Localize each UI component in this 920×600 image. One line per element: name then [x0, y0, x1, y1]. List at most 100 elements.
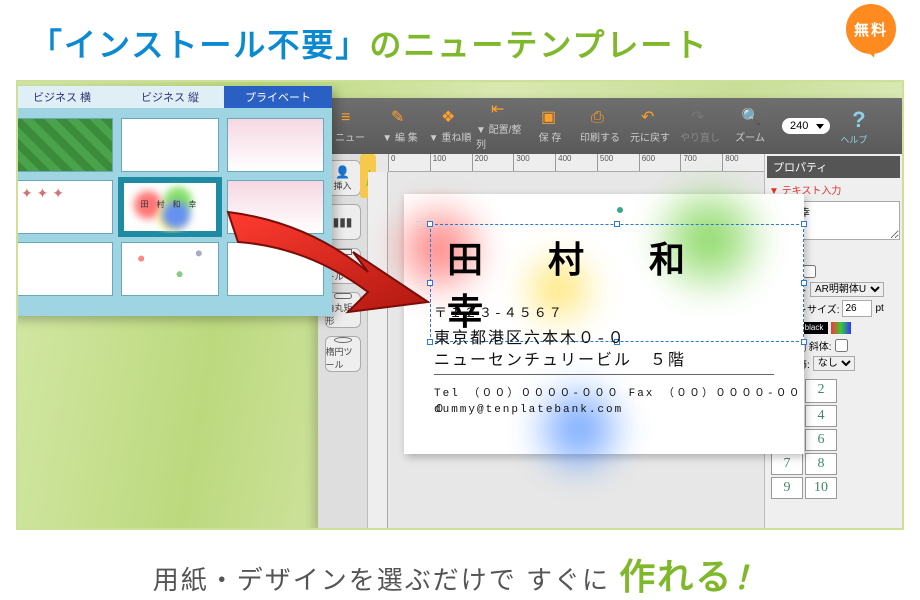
numpad-6[interactable]: 6: [805, 429, 837, 451]
tb-save-label: 保 存: [539, 129, 562, 144]
tb-undo[interactable]: ↶元に戻す: [626, 109, 674, 144]
font-select[interactable]: AR明朝体U: [810, 282, 884, 297]
card-address-2[interactable]: ニューセンチュリービル ５階: [434, 346, 686, 370]
ruler-mark: 700: [680, 154, 722, 171]
card-email[interactable]: dummy@tenplatebank.com: [434, 404, 623, 416]
template-thumb[interactable]: [16, 118, 113, 172]
footer-lead: 用紙・デザインを選ぶだけで すぐに: [153, 565, 610, 595]
business-card[interactable]: 田 村 和 幸 〒１２３‐４５６７ 東京都港区六本木０‐０ ニューセンチュリービ…: [404, 194, 804, 454]
picker-tabs: ビジネス 横 ビジネス 縦 プライベート: [16, 86, 332, 108]
template-thumb[interactable]: [227, 242, 324, 296]
tb-layers[interactable]: ❖ ▼ 重ね順: [426, 109, 474, 144]
tool-insert-label: 挿入: [333, 179, 351, 192]
tb-zoom-label: ズーム: [735, 129, 765, 144]
resize-handle[interactable]: [427, 339, 433, 345]
footer: 用紙・デザインを選ぶだけで すぐに 作れる！: [0, 530, 920, 600]
ruler-mark: 0: [388, 154, 430, 171]
template-thumb[interactable]: [16, 180, 113, 234]
insert-icon: 👤: [335, 165, 350, 179]
tb-edit[interactable]: ✎ ▼ 編 集: [376, 109, 424, 144]
color-gradient-icon[interactable]: [831, 322, 851, 334]
thumb-name: 田 村 和 幸: [130, 199, 209, 210]
ruler-vertical: [368, 172, 388, 528]
fontsize-input[interactable]: [842, 300, 872, 317]
tb-layers-label: ▼ 重ね順: [429, 129, 472, 144]
barcode-icon: ▮▮▮: [333, 215, 353, 229]
rotate-handle[interactable]: [617, 207, 623, 213]
template-thumb-selected[interactable]: 田 村 和 幸: [121, 180, 218, 234]
tb-help[interactable]: ? ヘルプ: [840, 107, 867, 146]
editor-body: 👤挿入 ▮▮▮ 矩形ツール 角丸矩形 楕円ツール ール 010020030040…: [318, 154, 902, 528]
align-icon: ⇤: [491, 101, 509, 119]
picker-grid: 田 村 和 幸: [16, 108, 332, 306]
color-swatch[interactable]: black: [800, 322, 828, 334]
italic-checkbox[interactable]: [835, 339, 848, 352]
canvas-area[interactable]: ール 0100200300400500600700800 田 村 和 幸 〒: [368, 154, 764, 528]
ruler-mark: 800: [722, 154, 764, 171]
resize-handle[interactable]: [801, 221, 807, 227]
numpad-10[interactable]: 10: [805, 477, 837, 499]
tool-ellipse-label: 楕円ツール: [326, 345, 360, 371]
tb-redo[interactable]: ↷やり直し: [676, 109, 724, 144]
vertical-checkbox[interactable]: [803, 265, 816, 278]
layers-icon: ❖: [441, 109, 459, 127]
ruler-mark: 100: [430, 154, 472, 171]
template-thumb[interactable]: [227, 118, 324, 172]
template-thumb[interactable]: [227, 180, 324, 234]
picker-tab-1[interactable]: ビジネス 縦: [116, 86, 224, 108]
numpad-9[interactable]: 9: [771, 477, 803, 499]
picker-tab-0[interactable]: ビジネス 横: [16, 86, 116, 108]
ellipse-icon: [334, 337, 352, 343]
resize-handle[interactable]: [614, 221, 620, 227]
tb-align[interactable]: ⇤ ▼ 配置/整列: [476, 101, 524, 151]
resize-handle[interactable]: [801, 339, 807, 345]
numpad-7[interactable]: 7: [771, 453, 803, 475]
footer-emphasis: 作れる: [619, 556, 733, 597]
decoration-select[interactable]: なし: [813, 356, 855, 371]
ruler-mark: 200: [472, 154, 514, 171]
numpad-8[interactable]: 8: [805, 453, 837, 475]
tb-print[interactable]: ⎙ 印刷する: [576, 109, 624, 144]
ruler-horizontal: 0100200300400500600700800: [388, 154, 764, 172]
italic-label: 斜体:: [809, 338, 832, 353]
tool-ellipse[interactable]: 楕円ツール: [325, 336, 361, 372]
headline-part2: ニューテンプレート: [403, 27, 708, 63]
numpad-2[interactable]: 2: [805, 379, 837, 403]
properties-header: プロパティ: [767, 156, 900, 178]
print-icon: ⎙: [591, 109, 609, 127]
tb-print-label: 印刷する: [580, 129, 620, 144]
headline-part1: 「インストール不要」: [30, 27, 369, 63]
tb-menu-label: ニュー: [335, 129, 365, 144]
toolbar: ≡ ニュー ✎ ▼ 編 集 ❖ ▼ 重ね順 ⇤ ▼ 配置/整列 ▣ 保 存 ⎙ 印刷する ↶…: [318, 98, 902, 154]
tb-align-label: ▼ 配置/整列: [476, 121, 524, 151]
tb-menu[interactable]: ≡ ニュー: [326, 109, 374, 144]
headline-joiner: の: [369, 27, 403, 63]
resize-handle[interactable]: [427, 221, 433, 227]
resize-handle[interactable]: [801, 280, 807, 286]
resize-handle[interactable]: [427, 280, 433, 286]
editor-window: ≡ ニュー ✎ ▼ 編 集 ❖ ▼ 重ね順 ⇤ ▼ 配置/整列 ▣ 保 存 ⎙ 印刷する ↶…: [318, 98, 902, 528]
template-thumb[interactable]: [121, 242, 218, 296]
picker-tab-2[interactable]: プライベート: [224, 86, 332, 108]
edit-icon: ✎: [391, 109, 409, 127]
save-icon: ▣: [541, 109, 559, 127]
template-thumb[interactable]: [121, 118, 218, 172]
tb-edit-label: ▼ 編 集: [382, 129, 417, 144]
undo-icon: ↶: [641, 109, 659, 127]
template-thumb[interactable]: [16, 242, 113, 296]
tb-zoom[interactable]: 🔍 ズーム: [726, 109, 774, 144]
menu-icon: ≡: [341, 109, 359, 127]
zoom-select[interactable]: 240: [782, 118, 830, 134]
card-zip[interactable]: 〒１２３‐４５６７: [434, 302, 564, 321]
ruler-mark: 400: [555, 154, 597, 171]
card-address-1[interactable]: 東京都港区六本木０‐０: [434, 324, 626, 348]
ruler-mark: 600: [639, 154, 681, 171]
tb-save[interactable]: ▣ 保 存: [526, 109, 574, 144]
tb-redo-label: やり直し: [680, 129, 720, 144]
zoom-icon: 🔍: [741, 109, 759, 127]
ruler-mark: 300: [513, 154, 555, 171]
ruler-mark: 500: [597, 154, 639, 171]
template-picker: ビジネス 横 ビジネス 縦 プライベート 田 村 和 幸: [16, 86, 332, 316]
numpad-4[interactable]: 4: [805, 405, 837, 427]
headline: 「インストール不要」のニューテンプレート 無料: [0, 0, 920, 80]
